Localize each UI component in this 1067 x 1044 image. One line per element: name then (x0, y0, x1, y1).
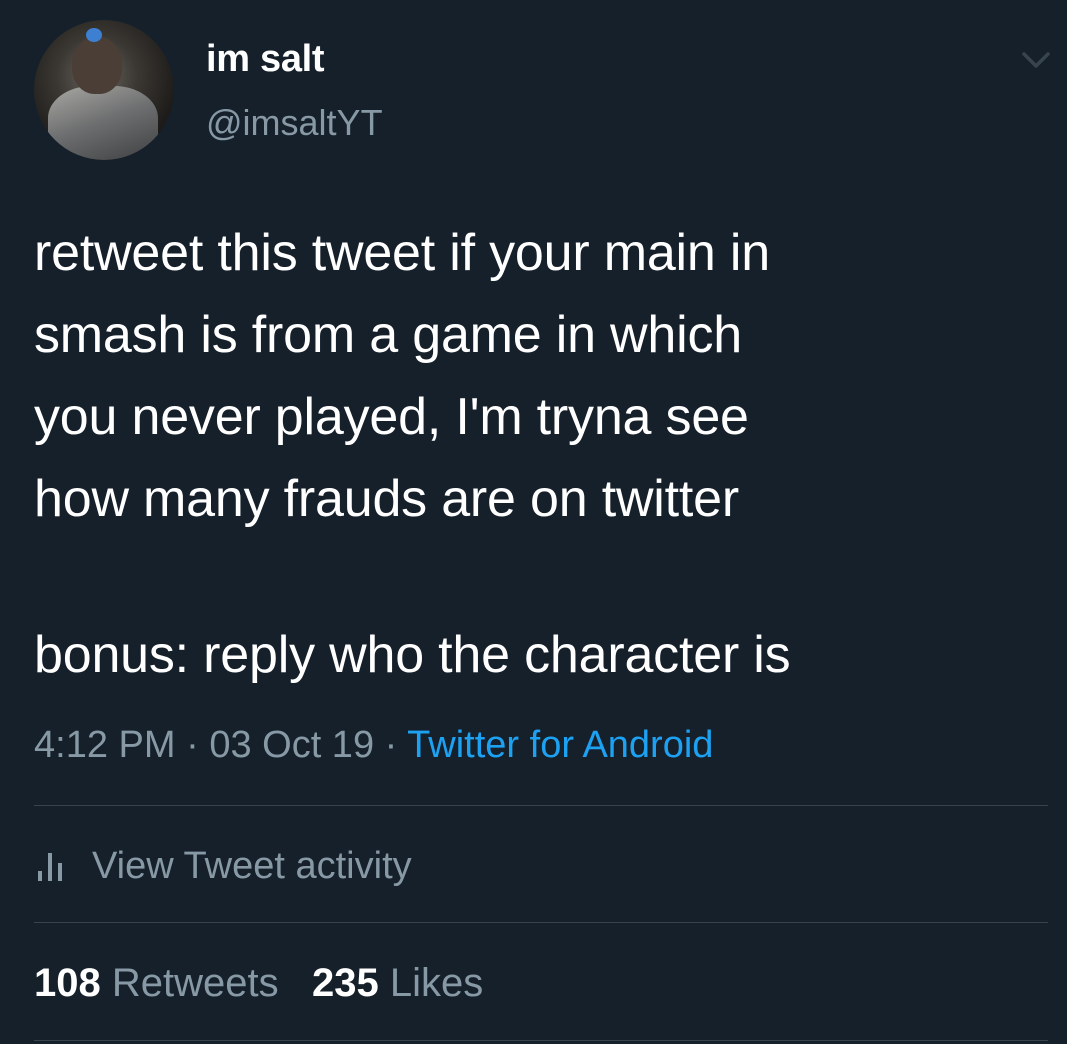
retweets-label: Retweets (111, 961, 279, 1005)
tweet-stats: 108 Retweets 235 Likes (34, 955, 483, 1011)
retweets-stat[interactable]: 108 Retweets (34, 961, 279, 1005)
meta-separator: · (175, 724, 210, 766)
tweet-time: 4:12 PM (34, 724, 176, 766)
chevron-down-icon[interactable] (1021, 48, 1051, 72)
avatar-head-shape (72, 36, 122, 94)
view-tweet-activity-button[interactable]: View Tweet activity (34, 838, 412, 894)
divider (34, 1040, 1048, 1041)
avatar[interactable] (34, 20, 174, 160)
meta-separator: · (374, 724, 408, 766)
tweet-text: retweet this tweet if your main in smash… (34, 224, 770, 528)
tweet-detail: im salt @imsaltYT retweet this tweet if … (0, 0, 1067, 1044)
likes-label: Likes (389, 961, 484, 1005)
avatar-accent-shape (86, 28, 102, 42)
divider (34, 805, 1048, 806)
author-handle[interactable]: @imsaltYT (206, 102, 383, 144)
tweet-text-bonus: bonus: reply who the character is (34, 626, 791, 684)
author-display-name[interactable]: im salt (206, 38, 325, 81)
likes-stat[interactable]: 235 Likes (312, 961, 483, 1005)
avatar-body-shape (48, 86, 158, 160)
tweet-source-link[interactable]: Twitter for Android (407, 724, 713, 766)
view-tweet-activity-label: View Tweet activity (92, 844, 412, 887)
bar-chart-icon (34, 849, 72, 883)
tweet-date: 03 Oct 19 (209, 724, 375, 766)
retweets-count: 108 (34, 961, 101, 1005)
divider (34, 922, 1048, 923)
tweet-meta: 4:12 PM · 03 Oct 19 · Twitter for Androi… (34, 720, 713, 770)
likes-count: 235 (311, 961, 379, 1005)
